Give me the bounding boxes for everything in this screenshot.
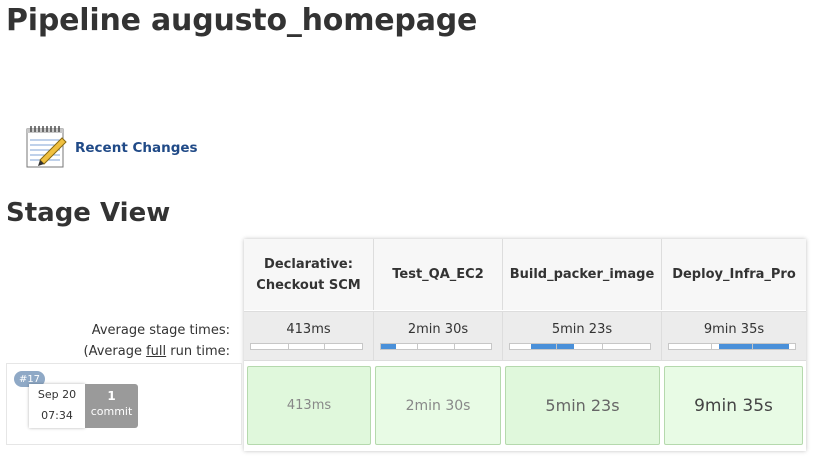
stage-header-line: Declarative: [264,256,353,272]
stage-view-title: Stage View [6,198,171,228]
stage-run-duration: 5min 23s [545,396,620,415]
recent-changes-link[interactable]: Recent Changes [75,140,198,156]
stage-header-checkout-scm[interactable]: Declarative: Checkout SCM [244,239,374,310]
stage-run-duration: 9min 35s [694,395,773,416]
avg-time-bar-fill [531,344,575,349]
avg-time-value: 2min 30s [407,322,469,337]
avg-time-bar [250,343,363,350]
stage-header-line: Deploy_Infra_Pro [672,267,796,282]
stage-run-duration: 413ms [286,398,332,413]
commit-label: commit [90,405,133,418]
avg-time-cell: 9min 35s [662,311,806,361]
stage-run-duration: 2min 30s [405,397,471,414]
commit-count-button[interactable]: 1 commit [85,384,138,428]
stage-run-cell[interactable]: 9min 35s [664,366,803,445]
stage-run-cell[interactable]: 413ms [247,366,371,445]
build-date[interactable]: Sep 20 07:34 [29,384,85,428]
avg-time-value: 5min 23s [551,322,613,337]
avg-full-link[interactable]: full [146,344,166,359]
stage-run-cell[interactable]: 2min 30s [375,366,501,445]
avg-time-cell: 413ms [244,311,374,361]
avg-time-cell: 5min 23s [503,311,662,361]
build-date-day: Sep 20 [37,388,77,401]
avg-time-bar [509,343,651,350]
stage-header-test-qa-ec2[interactable]: Test_QA_EC2 [374,239,503,310]
avg-stage-times-label: Average stage times: [91,323,230,338]
avg-time-bar-fill [381,344,397,349]
avg-time-value: 9min 35s [703,322,765,337]
page-title: Pipeline augusto_homepage [6,3,478,38]
avg-time-bar [668,343,796,350]
stage-run-cell[interactable]: 5min 23s [505,366,660,445]
stage-header-build-packer-image[interactable]: Build_packer_image [503,239,662,310]
build-date-time: 07:34 [41,409,73,422]
avg-time-bar [380,343,492,350]
stage-header-deploy-infra-pro[interactable]: Deploy_Infra_Pro [662,239,806,310]
stage-header-line: Build_packer_image [509,267,655,282]
avg-time-bar-fill [719,344,789,349]
avg-time-value: 413ms [286,322,331,337]
commit-count: 1 [107,389,116,403]
stage-header-line: Checkout SCM [256,277,361,293]
avg-full-prefix: (Average [83,344,147,359]
stage-header-line: Test_QA_EC2 [392,267,484,282]
avg-time-cell: 2min 30s [374,311,503,361]
notepad-pencil-icon[interactable] [24,124,70,170]
